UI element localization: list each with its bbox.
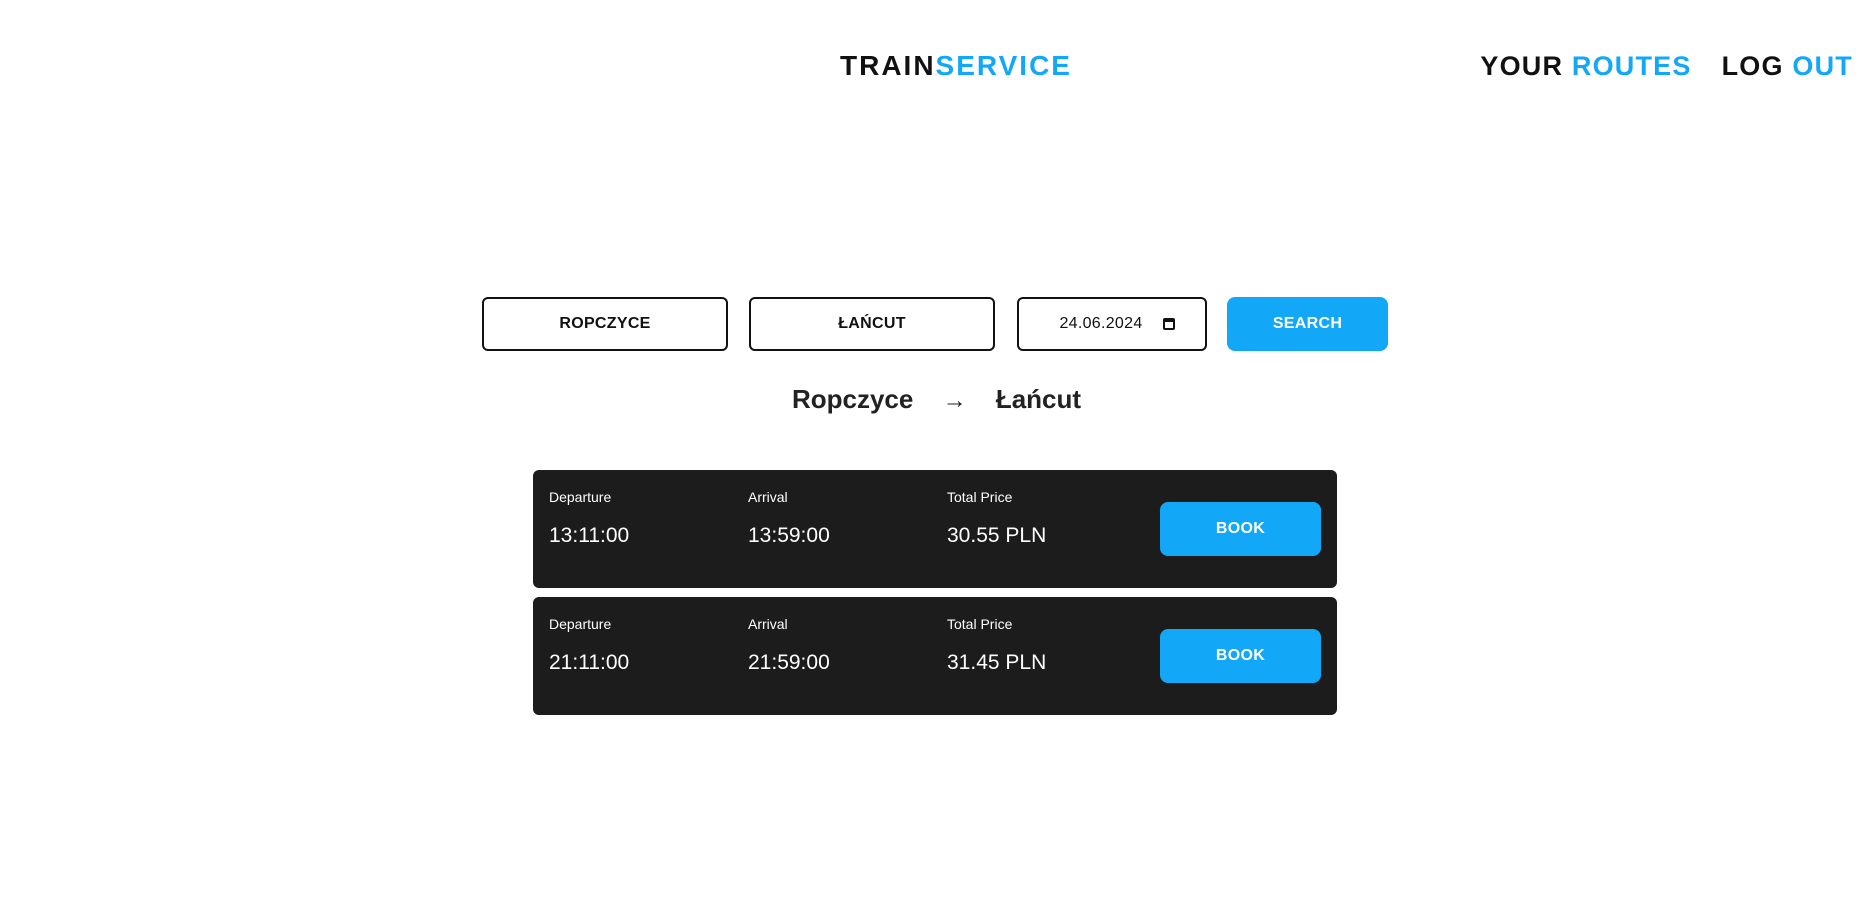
departure-label: Departure [549, 616, 612, 632]
logout-label-part1: LOG [1721, 51, 1784, 81]
price-label: Total Price [947, 489, 1013, 505]
logo-text-service: SERVICE [935, 50, 1072, 81]
to-station-value: ŁAŃCUT [838, 315, 906, 332]
logout-label-part2: OUT [1792, 51, 1853, 81]
date-input[interactable]: 24.06.2024 [1017, 297, 1207, 351]
connection-card: Departure 13:11:00 Arrival 13:59:00 Tota… [533, 470, 1337, 588]
route-title: Ropczyce → Łańcut [0, 382, 1873, 418]
arrival-time: 21:59:00 [748, 651, 830, 674]
from-station-value: ROPCZYCE [559, 315, 651, 332]
date-value: 24.06.2024 [1059, 315, 1143, 332]
departure-time: 21:11:00 [549, 651, 630, 674]
price-column: Total Price 31.45 PLN [947, 615, 1046, 676]
arrival-time: 13:59:00 [748, 524, 830, 547]
logo-text-train: TRAIN [840, 50, 936, 81]
book-button[interactable]: BOOK [1160, 629, 1321, 683]
departure-column: Departure 21:11:00 [549, 615, 629, 676]
arrival-label: Arrival [748, 616, 788, 632]
book-button[interactable]: BOOK [1160, 502, 1321, 556]
search-button[interactable]: SEARCH [1227, 297, 1388, 351]
your-routes-label-part1: YOUR [1480, 51, 1564, 81]
total-price: 31.45 PLN [947, 651, 1047, 674]
arrival-label: Arrival [748, 489, 788, 505]
from-station-input[interactable]: ROPCZYCE [482, 297, 728, 351]
top-nav: YOUR ROUTES LOG OUT [1480, 49, 1853, 83]
arrow-right-icon: → [942, 387, 967, 414]
departure-column: Departure 13:11:00 [549, 488, 629, 549]
calendar-icon[interactable] [1163, 318, 1175, 330]
departure-time: 13:11:00 [549, 524, 630, 547]
logout-link[interactable]: LOG OUT [1722, 49, 1853, 83]
route-from: Ropczyce [791, 384, 914, 414]
price-label: Total Price [947, 616, 1013, 632]
your-routes-link[interactable]: YOUR ROUTES [1480, 49, 1691, 83]
arrival-column: Arrival 21:59:00 [748, 615, 830, 676]
route-to: Łańcut [995, 384, 1082, 414]
price-column: Total Price 30.55 PLN [947, 488, 1046, 549]
page: TRAINSERVICE YOUR ROUTES LOG OUT ROPCZYC… [0, 0, 1873, 924]
logo[interactable]: TRAINSERVICE [840, 49, 1072, 83]
connection-card: Departure 21:11:00 Arrival 21:59:00 Tota… [533, 597, 1337, 715]
to-station-input[interactable]: ŁAŃCUT [749, 297, 995, 351]
departure-label: Departure [549, 489, 612, 505]
total-price: 30.55 PLN [947, 524, 1047, 547]
your-routes-label-part2: ROUTES [1571, 51, 1692, 81]
arrival-column: Arrival 13:59:00 [748, 488, 830, 549]
